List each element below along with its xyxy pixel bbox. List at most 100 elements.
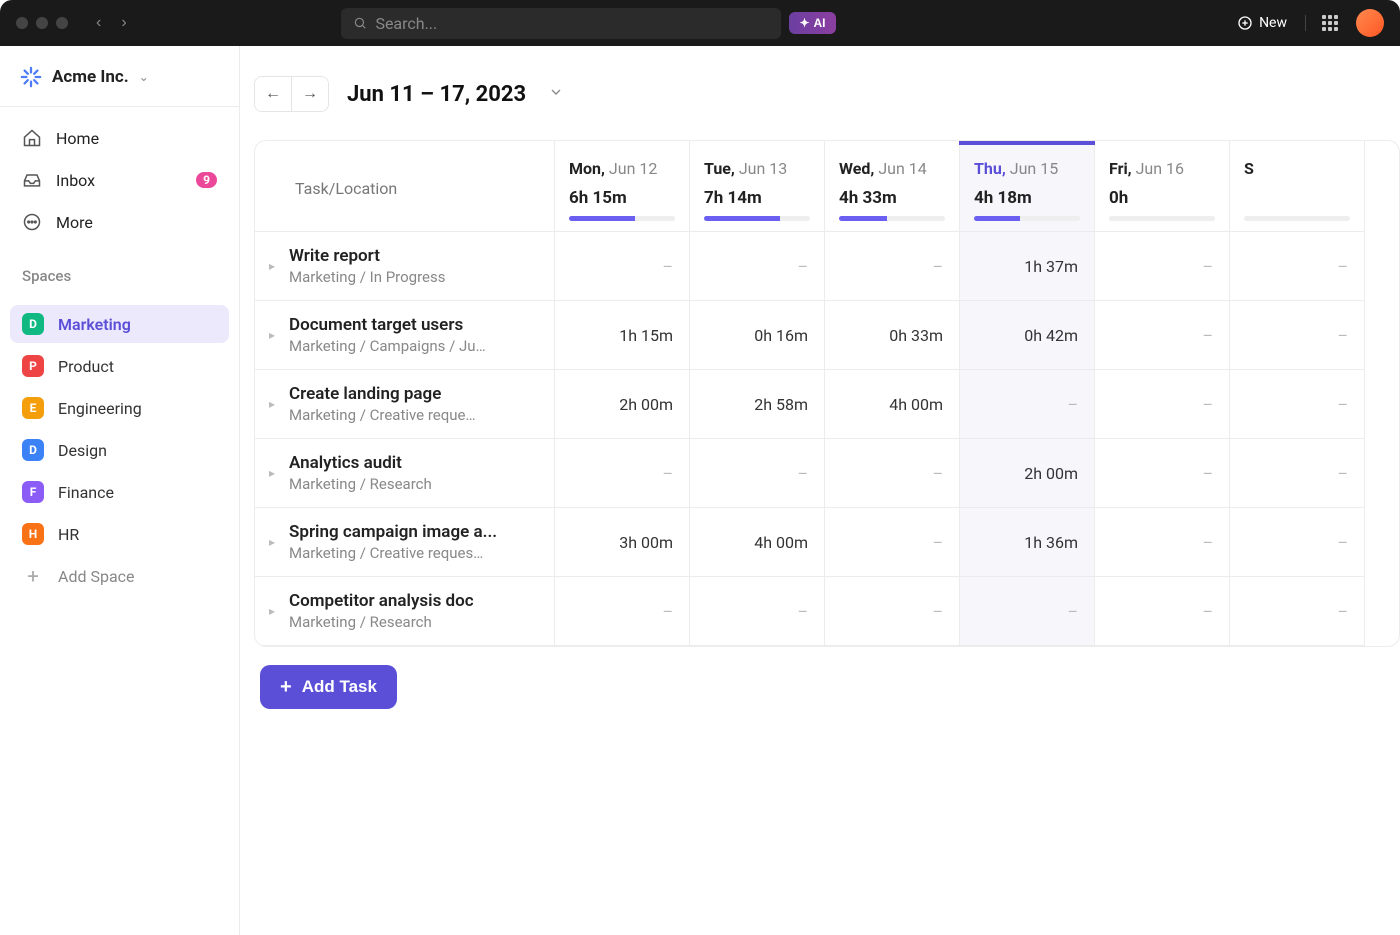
time-cell[interactable]: – — [960, 577, 1095, 646]
range-dropdown[interactable] — [544, 80, 568, 108]
add-space-button[interactable]: +Add Space — [10, 557, 229, 595]
time-cell[interactable]: – — [825, 232, 960, 301]
task-row[interactable]: ▸Document target usersMarketing / Campai… — [255, 301, 555, 370]
nav-home[interactable]: Home — [10, 119, 229, 157]
time-cell[interactable]: 3h 00m — [555, 508, 690, 577]
task-row[interactable]: ▸Create landing pageMarketing / Creative… — [255, 370, 555, 439]
nav-more[interactable]: More — [10, 203, 229, 241]
spaces-section-label: Spaces — [0, 253, 239, 293]
time-cell[interactable]: – — [1230, 508, 1365, 577]
add-task-button[interactable]: + Add Task — [260, 665, 397, 709]
close-window[interactable] — [16, 17, 28, 29]
search-input[interactable]: Search... — [341, 8, 781, 39]
task-name: Analytics audit — [289, 453, 432, 473]
time-cell[interactable]: – — [825, 439, 960, 508]
time-cell[interactable]: – — [960, 370, 1095, 439]
time-cell[interactable]: – — [1095, 577, 1230, 646]
task-row[interactable]: ▸Spring campaign image a...Marketing / C… — [255, 508, 555, 577]
task-path: Marketing / Creative reque… — [289, 406, 476, 424]
day-of-week: Tue, — [704, 159, 735, 178]
new-button[interactable]: New — [1237, 15, 1287, 31]
time-cell[interactable]: – — [1230, 577, 1365, 646]
column-header-day[interactable]: Fri, Jun 160h — [1095, 141, 1230, 232]
avatar[interactable] — [1356, 9, 1384, 37]
time-cell[interactable]: – — [1095, 232, 1230, 301]
time-cell[interactable]: – — [1095, 508, 1230, 577]
date-pager: ← → — [254, 76, 329, 112]
back-button[interactable]: ‹ — [88, 10, 109, 36]
caret-right-icon[interactable]: ▸ — [269, 397, 281, 411]
time-cell[interactable]: – — [1095, 370, 1230, 439]
caret-right-icon[interactable]: ▸ — [269, 259, 281, 273]
time-cell[interactable]: 2h 58m — [690, 370, 825, 439]
time-cell[interactable]: 4h 00m — [690, 508, 825, 577]
space-item-design[interactable]: DDesign — [10, 431, 229, 469]
task-row[interactable]: ▸Competitor analysis docMarketing / Rese… — [255, 577, 555, 646]
day-total: 0h — [1109, 188, 1215, 208]
task-row[interactable]: ▸Write reportMarketing / In Progress — [255, 232, 555, 301]
ai-button[interactable]: ✦ AI — [789, 12, 835, 34]
inbox-icon — [22, 170, 42, 190]
space-badge-icon: D — [22, 439, 44, 461]
time-cell[interactable]: – — [1230, 301, 1365, 370]
time-cell[interactable]: 2h 00m — [960, 439, 1095, 508]
workspace-switcher[interactable]: Acme Inc. ⌄ — [0, 46, 239, 107]
space-item-product[interactable]: PProduct — [10, 347, 229, 385]
new-label: New — [1259, 15, 1287, 31]
time-cell[interactable]: 1h 15m — [555, 301, 690, 370]
spaces-list: DMarketing PProduct EEngineering DDesign FFi… — [0, 293, 239, 607]
next-week-button[interactable]: → — [291, 77, 328, 111]
caret-right-icon[interactable]: ▸ — [269, 535, 281, 549]
nav-inbox-label: Inbox — [56, 171, 95, 190]
prev-week-button[interactable]: ← — [255, 77, 291, 111]
nav-home-label: Home — [56, 129, 99, 148]
time-cell[interactable]: 0h 42m — [960, 301, 1095, 370]
time-cell[interactable]: – — [825, 577, 960, 646]
time-cell[interactable]: – — [555, 439, 690, 508]
time-cell[interactable]: – — [690, 232, 825, 301]
day-of-week: Wed, — [839, 159, 874, 178]
time-cell[interactable]: 4h 00m — [825, 370, 960, 439]
task-path: Marketing / Research — [289, 613, 474, 631]
time-cell[interactable]: – — [1230, 232, 1365, 301]
day-date: Jun 12 — [609, 159, 657, 178]
caret-right-icon[interactable]: ▸ — [269, 466, 281, 480]
time-cell[interactable]: – — [825, 508, 960, 577]
maximize-window[interactable] — [56, 17, 68, 29]
sidebar: Acme Inc. ⌄ Home Inbox 9 More Spaces — [0, 46, 240, 935]
time-cell[interactable]: 1h 37m — [960, 232, 1095, 301]
time-cell[interactable]: – — [1230, 439, 1365, 508]
time-cell[interactable]: – — [1095, 439, 1230, 508]
search-placeholder: Search... — [375, 14, 437, 33]
time-cell[interactable]: – — [555, 577, 690, 646]
forward-button[interactable]: › — [113, 10, 134, 36]
caret-right-icon[interactable]: ▸ — [269, 328, 281, 342]
nav-inbox[interactable]: Inbox 9 — [10, 161, 229, 199]
caret-right-icon[interactable]: ▸ — [269, 604, 281, 618]
time-cell[interactable]: 2h 00m — [555, 370, 690, 439]
time-cell[interactable]: 0h 33m — [825, 301, 960, 370]
space-item-finance[interactable]: FFinance — [10, 473, 229, 511]
time-cell[interactable]: – — [1095, 301, 1230, 370]
space-item-engineering[interactable]: EEngineering — [10, 389, 229, 427]
space-item-hr[interactable]: HHR — [10, 515, 229, 553]
task-row[interactable]: ▸Analytics auditMarketing / Research — [255, 439, 555, 508]
column-header-day[interactable]: Thu, Jun 154h 18m — [960, 141, 1095, 232]
time-cell[interactable]: 0h 16m — [690, 301, 825, 370]
time-cell[interactable]: – — [690, 439, 825, 508]
time-cell[interactable]: 1h 36m — [960, 508, 1095, 577]
time-cell[interactable]: – — [1230, 370, 1365, 439]
apps-icon[interactable] — [1305, 15, 1338, 31]
time-cell[interactable]: – — [690, 577, 825, 646]
home-icon — [22, 128, 42, 148]
minimize-window[interactable] — [36, 17, 48, 29]
space-badge-icon: F — [22, 481, 44, 503]
column-header-day[interactable]: Mon, Jun 126h 15m — [555, 141, 690, 232]
space-item-marketing[interactable]: DMarketing — [10, 305, 229, 343]
time-cell[interactable]: – — [555, 232, 690, 301]
nav-more-label: More — [56, 213, 93, 232]
column-header-day[interactable]: S — [1230, 141, 1365, 232]
day-progress-bar — [1109, 216, 1215, 221]
column-header-day[interactable]: Tue, Jun 137h 14m — [690, 141, 825, 232]
column-header-day[interactable]: Wed, Jun 144h 33m — [825, 141, 960, 232]
